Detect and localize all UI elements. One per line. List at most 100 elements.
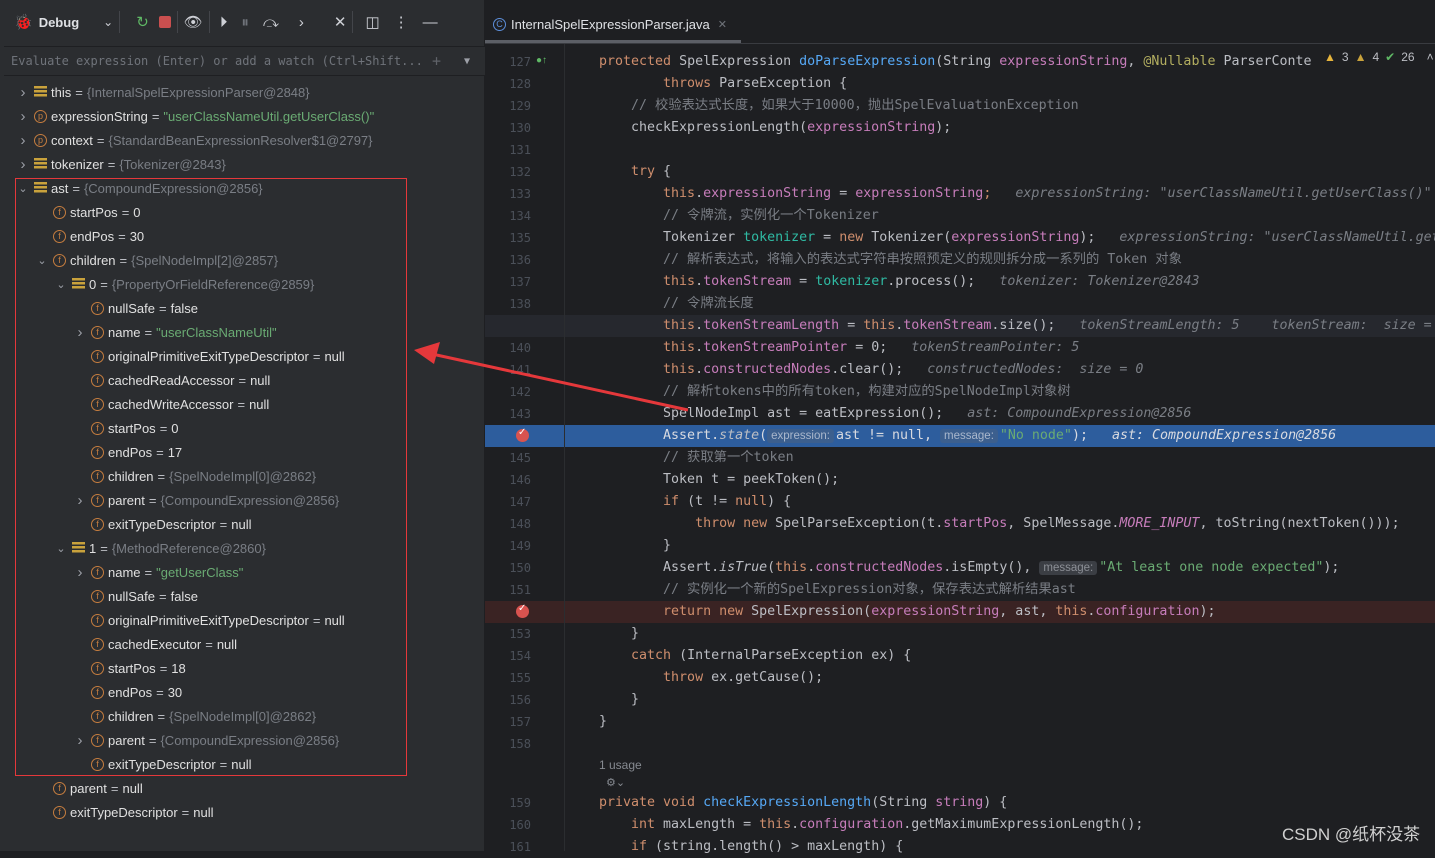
variable-row[interactable]: › f parent = {CompoundExpression@2856}	[73, 488, 340, 512]
breakpoint-icon[interactable]	[516, 427, 529, 442]
code-line[interactable]: SpelNodeImpl ast = eatExpression(); ast:…	[485, 403, 1435, 425]
chevron-right-icon[interactable]: ›	[73, 564, 87, 581]
variable-row[interactable]: f exitTypeDescriptor = null	[73, 752, 252, 776]
code-line[interactable]: Tokenizer tokenizer = new Tokenizer(expr…	[485, 227, 1435, 249]
current-execution-line[interactable]: Assert.state(expression: ast != null, mes…	[485, 425, 1435, 447]
code-line[interactable]: throw new SpelParseException(t.startPos,…	[485, 513, 1435, 535]
stop-icon[interactable]	[158, 10, 171, 34]
chevron-right-icon[interactable]: ›	[16, 132, 30, 149]
variable-row[interactable]: f originalPrimitiveExitTypeDescriptor = nul…	[73, 344, 345, 368]
variable-row[interactable]: f cachedReadAccessor = null	[73, 368, 270, 392]
code-line[interactable]: // 令牌流，实例化一个Tokenizer	[485, 205, 1435, 227]
chevron-down-icon[interactable]: ⌄	[35, 254, 49, 267]
code-line[interactable]: // 解析tokens中的所有token，构建对应的SpelNodeImpl对象…	[485, 381, 1435, 403]
code-line[interactable]: if (t != null) {	[485, 491, 1435, 513]
chevron-down-icon[interactable]: ⌄	[103, 10, 113, 34]
code-line[interactable]: this.expressionString = expressionString…	[485, 183, 1435, 205]
add-watch-icon[interactable]: +	[432, 52, 441, 70]
code-line[interactable]: this.tokenStream = tokenizer.process(); …	[485, 271, 1435, 293]
layout-icon[interactable]: ◫	[365, 10, 379, 34]
variable-row[interactable]: f endPos = 30	[35, 224, 144, 248]
variable-row[interactable]: f children = {SpelNodeImpl[0]@2862}	[73, 704, 316, 728]
chevron-right-icon[interactable]: ›	[16, 156, 30, 173]
usage-hint[interactable]: 1 usage	[599, 758, 642, 772]
chevron-down-icon[interactable]: ⌄	[54, 278, 68, 291]
code-line[interactable]: checkExpressionLength(expressionString);	[485, 117, 1435, 139]
variable-row[interactable]: f endPos = 17	[73, 440, 182, 464]
close-icon[interactable]: ✕	[334, 10, 347, 34]
variable-row[interactable]: f exitTypeDescriptor = null	[73, 512, 252, 536]
chevron-right-icon[interactable]: ›	[16, 84, 30, 101]
code-line[interactable]	[485, 733, 1435, 755]
step-over-icon[interactable]: ⤼	[263, 10, 279, 34]
code-line[interactable]: private void checkExpressionLength(Strin…	[485, 792, 1435, 814]
variable-row[interactable]: ⌄ f children = {SpelNodeImpl[2]@2857}	[35, 248, 278, 272]
variable-row[interactable]: › f name = "getUserClass"	[73, 560, 244, 584]
chevron-right-icon[interactable]: ›	[73, 492, 87, 509]
code-line[interactable]: }	[485, 623, 1435, 645]
code-line[interactable]: }	[485, 711, 1435, 733]
code-line[interactable]: // 解析表达式，将输入的表达式字符串按照预定义的规则拆分成一系列的 Token…	[485, 249, 1435, 271]
variable-row[interactable]: ⌄ 1 = {MethodReference@2860}	[54, 536, 266, 560]
code-line[interactable]: protected SpelExpression doParseExpressi…	[485, 51, 1435, 73]
variable-row[interactable]: ⌄ ast = {CompoundExpression@2856}	[16, 176, 262, 200]
pause-icon[interactable]: ⏸	[241, 10, 249, 34]
chevron-down-icon[interactable]: ⌄	[54, 542, 68, 555]
chevron-right-icon[interactable]: ›	[73, 324, 87, 341]
variable-row[interactable]: › p context = {StandardBeanExpressionResolve…	[16, 128, 373, 152]
variable-row[interactable]: f cachedWriteAccessor = null	[73, 392, 269, 416]
code-line[interactable]: try {	[485, 161, 1435, 183]
more-icon[interactable]: ⋮	[394, 10, 409, 34]
variable-row[interactable]: f startPos = 0	[73, 416, 179, 440]
code-line[interactable]: throw ex.getCause();	[485, 667, 1435, 689]
variable-row[interactable]: › this = {InternalSpelExpressionParser@2848…	[16, 80, 310, 104]
variable-row[interactable]: f nullSafe = false	[73, 296, 198, 320]
tab-internal-spel-expression-parser[interactable]: C InternalSpelExpressionParser.java ✕	[493, 12, 727, 36]
variable-row[interactable]: f nullSafe = false	[73, 584, 198, 608]
code-line[interactable]	[485, 139, 1435, 161]
dropdown-icon[interactable]: ▼	[464, 56, 470, 67]
code-line[interactable]: }	[485, 689, 1435, 711]
code-line[interactable]: this.tokenStreamPointer = 0; tokenStream…	[485, 337, 1435, 359]
variable-row[interactable]: f startPos = 0	[35, 200, 141, 224]
variable-row[interactable]: f parent = null	[35, 776, 143, 800]
variable-row[interactable]: f endPos = 30	[73, 680, 182, 704]
code-line[interactable]: Token t = peekToken();	[485, 469, 1435, 491]
code-line[interactable]: throws ParseException {	[485, 73, 1435, 95]
variable-row[interactable]: › p expressionString = "userClassNameUtil.ge…	[16, 104, 375, 128]
chevron-right-icon[interactable]: ›	[16, 108, 30, 125]
variable-row[interactable]: ⌄ 0 = {PropertyOrFieldReference@2859}	[54, 272, 314, 296]
inspection-widget[interactable]: ▲ 3 ▲ 4 ✔ 26 ˄	[1320, 50, 1434, 64]
minimize-icon[interactable]: —	[423, 10, 438, 34]
code-line[interactable]: return new SpelExpression(expressionStri…	[485, 601, 1435, 623]
code-line[interactable]: // 实例化一个新的SpelExpression对象，保存表达式解析结果ast	[485, 579, 1435, 601]
breakpoint-icon[interactable]	[516, 603, 529, 618]
variable-row[interactable]: f originalPrimitiveExitTypeDescriptor = nul…	[73, 608, 345, 632]
code-line[interactable]: this.constructedNodes.clear(); construct…	[485, 359, 1435, 381]
code-line[interactable]: // 令牌流长度	[485, 293, 1435, 315]
view-breakpoints-icon[interactable]: 👁	[184, 10, 203, 34]
code-line[interactable]: Assert.isTrue(this.constructedNodes.isEm…	[485, 557, 1435, 579]
variable-row[interactable]: › tokenizer = {Tokenizer@2843}	[16, 152, 226, 176]
code-line[interactable]: // 校验表达式长度，如果大于10000，抛出SpelEvaluationExc…	[485, 95, 1435, 117]
code-line[interactable]: // 获取第一个token	[485, 447, 1435, 469]
variable-row[interactable]: f startPos = 18	[73, 656, 186, 680]
variable-row[interactable]: › f parent = {CompoundExpression@2856}	[73, 728, 340, 752]
close-tab-icon[interactable]: ✕	[718, 18, 727, 31]
chevron-up-icon[interactable]: ˄	[1427, 50, 1434, 64]
resume-icon[interactable]: ⏵	[220, 10, 228, 34]
evaluate-expression-input[interactable]: Evaluate expression (Enter) or add a wat…	[4, 46, 485, 76]
variable-row[interactable]: f children = {SpelNodeImpl[0]@2862}	[73, 464, 316, 488]
code-line[interactable]: catch (InternalParseException ex) {	[485, 645, 1435, 667]
chevron-down-icon[interactable]: ⌄	[16, 182, 30, 195]
more-arrow-icon[interactable]: ›	[299, 10, 304, 34]
variable-row[interactable]: f cachedExecutor = null	[73, 632, 237, 656]
author-icon[interactable]: ⚙⌄	[606, 776, 625, 789]
variable-row[interactable]: f exitTypeDescriptor = null	[35, 800, 214, 824]
rerun-icon[interactable]: ↻	[136, 10, 149, 34]
override-icon[interactable]: ●↑	[536, 55, 547, 66]
code-line[interactable]: this.tokenStreamLength = this.tokenStrea…	[485, 315, 1435, 337]
chevron-right-icon[interactable]: ›	[73, 732, 87, 749]
variable-row[interactable]: › f name = "userClassNameUtil"	[73, 320, 277, 344]
code-line[interactable]: }	[485, 535, 1435, 557]
